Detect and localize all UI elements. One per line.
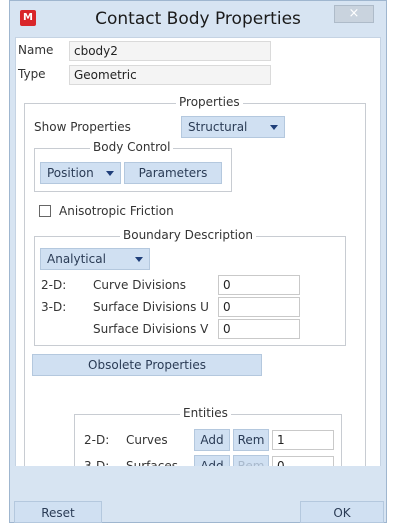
curves-count-field: 1 xyxy=(272,430,334,450)
title-bar[interactable]: M Contact Body Properties × xyxy=(10,1,386,37)
reset-button[interactable]: Reset xyxy=(14,501,102,523)
position-label: Position xyxy=(47,166,94,180)
curve-divisions-label: Curve Divisions xyxy=(93,278,187,292)
chevron-down-icon xyxy=(135,257,143,262)
obsolete-properties-button[interactable]: Obsolete Properties xyxy=(32,354,262,376)
surface-divisions-u-prefix: 3-D: xyxy=(41,300,67,314)
position-dropdown[interactable]: Position xyxy=(40,162,121,184)
name-field[interactable]: cbody2 xyxy=(69,41,271,61)
window-title: Contact Body Properties xyxy=(95,9,301,29)
boundary-description-title: Boundary Description xyxy=(120,228,256,242)
properties-group-title: Properties xyxy=(176,95,243,109)
name-label: Name xyxy=(18,43,54,57)
body-control-title: Body Control xyxy=(90,140,174,154)
add-curves-button[interactable]: Add xyxy=(194,429,230,451)
show-properties-value: Structural xyxy=(188,120,248,134)
dialog-body: Name cbody2 Type Geometric Properties Sh… xyxy=(15,37,381,519)
curves-prefix: 2-D: xyxy=(84,433,110,447)
surface-divisions-u-input[interactable]: 0 xyxy=(218,297,300,317)
curves-label: Curves xyxy=(126,433,168,447)
curve-divisions-input[interactable]: 0 xyxy=(218,275,300,295)
chevron-down-icon xyxy=(106,171,114,176)
curve-divisions-prefix: 2-D: xyxy=(41,278,67,292)
type-label: Type xyxy=(18,67,46,81)
show-properties-dropdown[interactable]: Structural xyxy=(181,116,285,138)
surface-divisions-v-input[interactable]: 0 xyxy=(218,319,300,339)
show-properties-label: Show Properties xyxy=(34,120,131,134)
contact-body-properties-window: M Contact Body Properties × Name cbody2 … xyxy=(9,0,387,523)
type-field: Geometric xyxy=(69,65,271,85)
close-button[interactable]: × xyxy=(334,5,374,23)
boundary-type-value: Analytical xyxy=(47,252,106,266)
chevron-down-icon xyxy=(270,125,278,130)
surface-divisions-v-label: Surface Divisions V xyxy=(93,322,209,336)
ok-button[interactable]: OK xyxy=(300,501,384,523)
anisotropic-friction-label: Anisotropic Friction xyxy=(59,204,174,218)
entities-title: Entities xyxy=(180,406,231,420)
parameters-button[interactable]: Parameters xyxy=(124,162,222,184)
anisotropic-friction-checkbox[interactable] xyxy=(39,205,51,217)
remove-curves-button[interactable]: Rem xyxy=(233,429,269,451)
boundary-type-dropdown[interactable]: Analytical xyxy=(40,248,150,270)
surface-divisions-u-label: Surface Divisions U xyxy=(93,300,209,314)
